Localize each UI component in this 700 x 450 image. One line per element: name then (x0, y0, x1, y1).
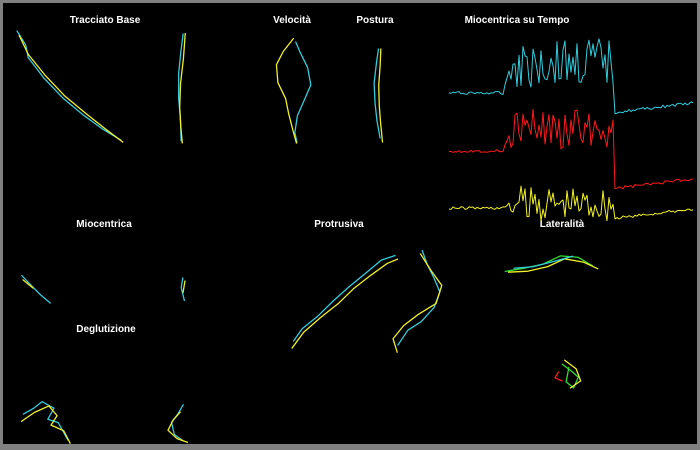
protrusiva-right-cyan (397, 249, 441, 346)
traces-plot (16, 30, 694, 444)
lateralita-trace-green (504, 255, 593, 273)
tracciato-base-trace-yellow (18, 34, 124, 143)
miocentrica-tempo-trace-red (448, 108, 694, 190)
miocentrica-trace-cyan (20, 274, 52, 304)
miocentrica-tempo-trace-cyan (448, 38, 694, 115)
lateralita-blob-red (554, 371, 563, 382)
lateralita-trace-cyan (513, 255, 574, 269)
velocita-trace-cyan (294, 41, 312, 143)
tracciato-base-trace-cyan (16, 30, 122, 141)
trace-canvas: Tracciato Base Velocità Postura Miocentr… (3, 3, 697, 444)
protrusiva-right-yellow (392, 253, 443, 353)
app-frame: Tracciato Base Velocità Postura Miocentr… (0, 0, 700, 450)
miocentrica-vertical-yellow (182, 280, 186, 294)
miocentrica-trace-yellow (22, 278, 34, 289)
miocentrica-tempo-trace-yellow (448, 185, 694, 222)
velocita-trace-yellow (275, 37, 298, 144)
protrusiva-left-yellow (291, 258, 399, 349)
lateralita-blob-yellow (563, 359, 582, 389)
postura-trace-yellow (378, 48, 384, 143)
